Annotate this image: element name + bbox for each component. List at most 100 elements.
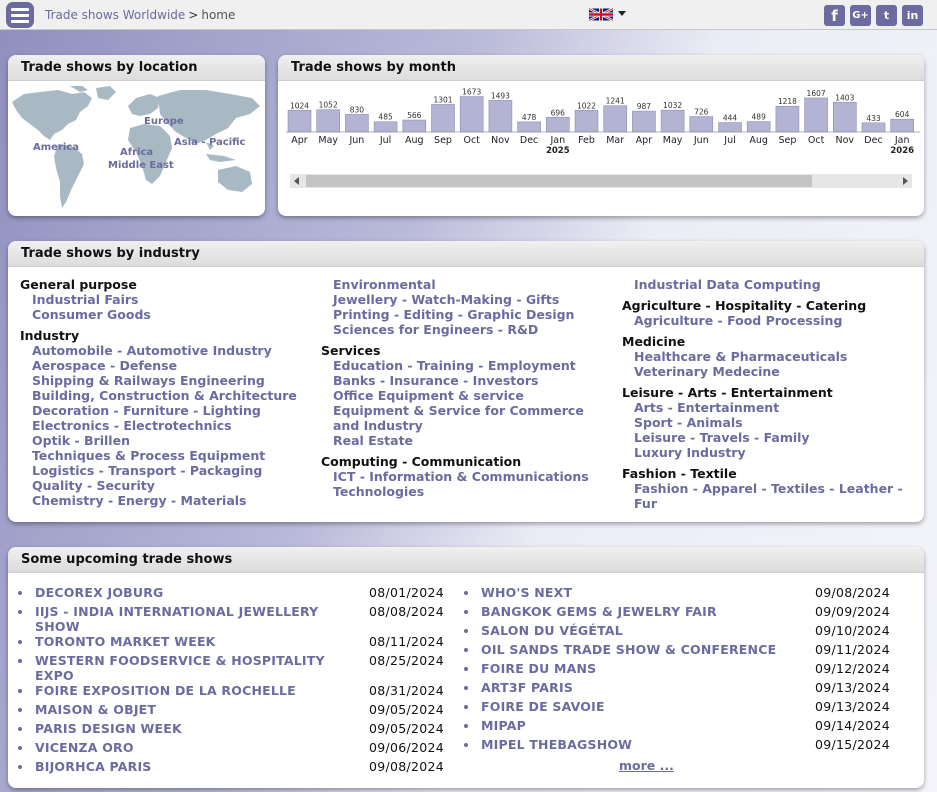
industry-link[interactable]: Automobile - Automotive Industry: [20, 343, 320, 358]
industry-link[interactable]: Industrial Data Computing: [622, 277, 922, 292]
chart-bar[interactable]: [890, 118, 915, 133]
scroll-thumb[interactable]: [306, 175, 812, 187]
map-region-america[interactable]: America: [33, 142, 79, 153]
chart-bar[interactable]: [345, 114, 369, 133]
chart-bar[interactable]: [746, 121, 771, 133]
language-dropdown-caret-icon[interactable]: [618, 11, 626, 16]
chart-bar[interactable]: [632, 110, 656, 133]
industry-link[interactable]: Equipment & Service for Commerce and Ind…: [321, 403, 611, 433]
industry-link[interactable]: Healthcare & Pharmaceuticals: [622, 349, 922, 364]
upcoming-show-row: DECOREX JOBURG 08/01/2024: [18, 585, 450, 604]
industry-link[interactable]: Leisure - Travels - Family: [622, 430, 922, 445]
industry-link[interactable]: ICT - Information & Communications Techn…: [321, 469, 611, 499]
chart-bar[interactable]: [431, 104, 455, 133]
chart-month-label: Oct: [808, 135, 825, 146]
map-region-asia-pacific[interactable]: Asia - Pacific: [174, 137, 245, 148]
chart-bar[interactable]: [287, 110, 312, 133]
chart-value-label: 604: [895, 110, 910, 119]
upcoming-show-link[interactable]: FOIRE DE SAVOIE: [481, 699, 801, 714]
industry-link[interactable]: Logistics - Transport - Packaging: [20, 463, 320, 478]
industry-link[interactable]: Luxury Industry: [622, 445, 922, 460]
industry-link[interactable]: Jewellery - Watch-Making - Gifts: [321, 292, 611, 307]
scroll-left-arrow-icon[interactable]: [294, 177, 299, 185]
industry-link[interactable]: Veterinary Medecine: [622, 364, 922, 379]
chart-value-label: 566: [407, 111, 422, 120]
chart-bar[interactable]: [718, 122, 742, 133]
industry-link[interactable]: Building, Construction & Architecture: [20, 388, 320, 403]
industry-link[interactable]: Electronics - Electrotechnics: [20, 418, 320, 433]
industry-link[interactable]: Decoration - Furniture - Lighting: [20, 403, 320, 418]
upcoming-show-link[interactable]: SALON DU VÉGÉTAL: [481, 623, 801, 638]
industry-link[interactable]: Techniques & Process Equipment: [20, 448, 320, 463]
upcoming-show-link[interactable]: OIL SANDS TRADE SHOW & CONFERENCE: [481, 642, 801, 657]
chart-bar[interactable]: [517, 121, 541, 133]
chart-bar[interactable]: [545, 116, 570, 133]
industry-link[interactable]: Industrial Fairs: [20, 292, 320, 307]
chart-bar[interactable]: [316, 109, 341, 133]
chart-bar[interactable]: [804, 97, 828, 133]
industry-link[interactable]: Education - Training - Employment: [321, 358, 611, 373]
chart-month-label: Jun: [693, 135, 709, 146]
industry-link[interactable]: Environmental: [321, 277, 611, 292]
chart-bar[interactable]: [373, 121, 398, 133]
industry-link[interactable]: Agriculture - Food Processing: [622, 313, 922, 328]
upcoming-show-link[interactable]: FOIRE EXPOSITION DE LA ROCHELLE: [35, 683, 355, 698]
upcoming-show-link[interactable]: PARIS DESIGN WEEK: [35, 721, 355, 736]
industry-link[interactable]: Chemistry - Energy - Materials: [20, 493, 320, 508]
upcoming-show-link[interactable]: FOIRE DU MANS: [481, 661, 801, 676]
chart-bar[interactable]: [488, 100, 513, 133]
industry-link[interactable]: Shipping & Railways Engineering: [20, 373, 320, 388]
upcoming-show-link[interactable]: MIPAP: [481, 718, 801, 733]
more-link[interactable]: more ...: [619, 758, 674, 773]
upcoming-show-link[interactable]: TORONTO MARKET WEEK: [35, 634, 355, 649]
upcoming-show-link[interactable]: WHO'S NEXT: [481, 585, 801, 600]
google-plus-icon[interactable]: G+: [850, 5, 871, 26]
map-region-middle-east[interactable]: Middle East: [108, 160, 174, 171]
map-region-africa[interactable]: Africa: [120, 147, 153, 158]
industry-link[interactable]: Real Estate: [321, 433, 611, 448]
upcoming-show-link[interactable]: ART3F PARIS: [481, 680, 801, 695]
chart-bar[interactable]: [402, 119, 427, 133]
industry-link[interactable]: Office Equipment & service: [321, 388, 611, 403]
upcoming-show-link[interactable]: BIJORHCA PARIS: [35, 759, 355, 774]
industry-link[interactable]: Banks - Insurance - Investors: [321, 373, 611, 388]
industry-link[interactable]: Printing - Editing - Graphic Design: [321, 307, 611, 322]
industry-link[interactable]: Fashion - Apparel - Textiles - Leather -…: [622, 481, 922, 511]
map-region-europe[interactable]: Europe: [144, 116, 184, 127]
chart-bar[interactable]: [603, 105, 628, 133]
uk-flag-icon[interactable]: [589, 8, 613, 21]
chart-bar[interactable]: [689, 116, 714, 133]
industry-link[interactable]: Sport - Animals: [622, 415, 922, 430]
industry-link[interactable]: Aerospace - Defense: [20, 358, 320, 373]
month-bar-chart[interactable]: 1024 Apr 1052 May 830 Jun 485 Jul 566 Aug 1301 Sep 1…: [286, 87, 920, 173]
industry-column-2: Environmental Jewellery - Watch-Making - …: [321, 277, 611, 499]
chart-month-label: Dec: [864, 135, 882, 146]
twitter-icon[interactable]: t: [876, 5, 897, 26]
chart-scrollbar[interactable]: [290, 174, 912, 188]
chart-bar[interactable]: [660, 109, 685, 133]
upcoming-show-link[interactable]: IIJS - INDIA INTERNATIONAL JEWELLERY SHO…: [35, 604, 355, 634]
upcoming-show-link[interactable]: BANGKOK GEMS & JEWELRY FAIR: [481, 604, 801, 619]
industry-link[interactable]: Optik - Brillen: [20, 433, 320, 448]
facebook-icon[interactable]: f: [824, 5, 845, 26]
upcoming-show-link[interactable]: MAISON & OBJET: [35, 702, 355, 717]
chart-bar[interactable]: [574, 110, 599, 133]
chart-bar[interactable]: [459, 96, 484, 133]
upcoming-show-link[interactable]: WESTERN FOODSERVICE & HOSPITALITY EXPO: [35, 653, 355, 683]
chart-bar[interactable]: [775, 105, 800, 133]
upcoming-show-link[interactable]: VICENZA ORO: [35, 740, 355, 755]
upcoming-show-link[interactable]: DECOREX JOBURG: [35, 585, 355, 600]
linkedin-icon[interactable]: in: [902, 5, 923, 26]
menu-icon[interactable]: [6, 2, 34, 28]
chart-bar[interactable]: [832, 101, 857, 133]
chart-value-label: 830: [350, 105, 365, 114]
industry-link[interactable]: Quality - Security: [20, 478, 320, 493]
scroll-right-arrow-icon[interactable]: [903, 177, 908, 185]
industry-link[interactable]: Arts - Entertainment: [622, 400, 922, 415]
chart-bar[interactable]: [861, 122, 886, 133]
upcoming-show-link[interactable]: MIPEL THEBAGSHOW: [481, 737, 801, 752]
industry-link[interactable]: Consumer Goods: [20, 307, 320, 322]
industry-link[interactable]: Sciences for Engineers - R&D: [321, 322, 611, 337]
chart-value-label: 1301: [433, 95, 452, 104]
breadcrumb-home-link[interactable]: Trade shows Worldwide: [45, 8, 185, 22]
